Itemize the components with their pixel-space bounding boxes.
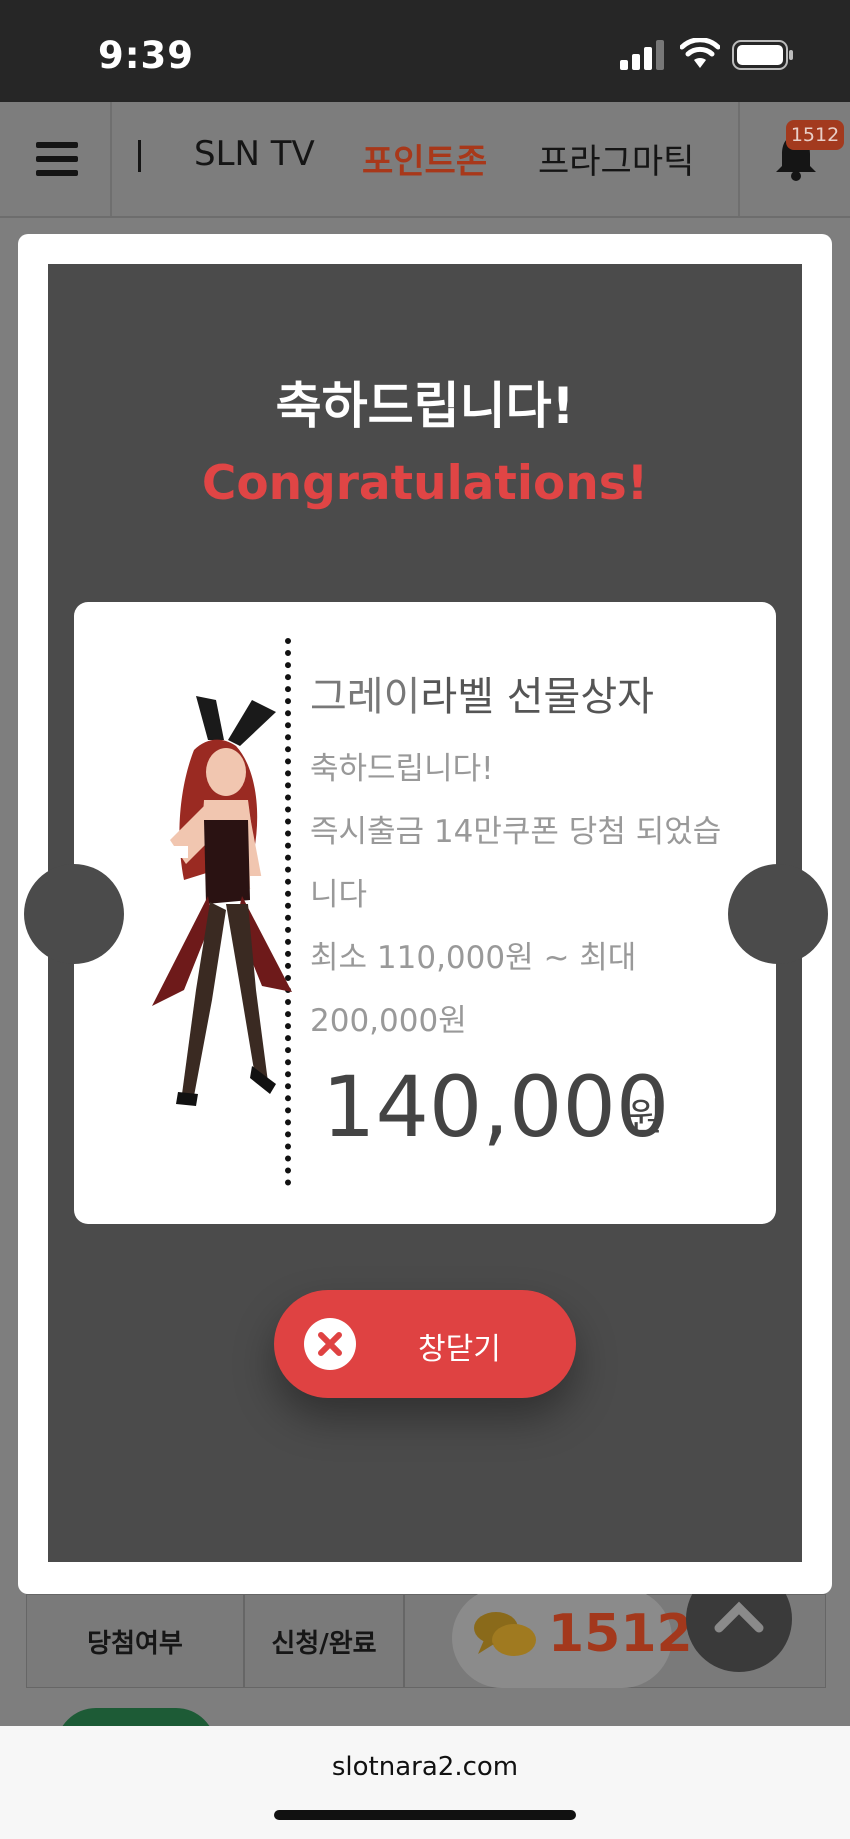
ticket-title: 그레이라벨 선물상자 [310, 664, 654, 722]
ticket-notch-right [728, 864, 828, 964]
close-button-label[interactable]: 창닫기 [418, 1324, 501, 1368]
ticket-notch-left [24, 864, 124, 964]
nav-divider [110, 102, 112, 216]
nav-separator [138, 140, 141, 172]
nav-item-sln-tv[interactable]: SLN TV [194, 134, 315, 174]
nav-item-point-zone[interactable]: 포인트존 [362, 134, 487, 183]
browser-url-bar[interactable] [0, 1726, 850, 1839]
signal-icon [620, 40, 664, 70]
modal-title-korean: 축하드립니다! [275, 377, 575, 435]
prize-amount-unit: 원 [628, 1095, 663, 1139]
battery-icon [732, 40, 793, 70]
character-illustration [152, 696, 292, 1106]
ticket-line: 즉시출금 14만쿠폰 당첨 되었습니다 [310, 814, 722, 913]
chat-icon [474, 1612, 536, 1656]
home-indicator [274, 1810, 576, 1820]
table-header-apply-complete: 신청/완료 [244, 1594, 404, 1688]
hamburger-menu-icon[interactable] [36, 142, 78, 176]
ticket-title-rest: 라벨 선물상자 [420, 674, 654, 720]
ticket-line: 최소 110,000원 ~ 최대 200,000원 [310, 940, 637, 1039]
ticket-line: 축하드립니다! [310, 751, 494, 787]
nav-divider [738, 102, 740, 216]
wifi-icon [680, 38, 720, 68]
ticket-title-highlight: 그레이 [310, 674, 421, 720]
chat-count: 1512 [548, 1604, 693, 1664]
modal-title-english: Congratulations! [201, 456, 649, 511]
browser-url[interactable]: slotnara2.com [0, 1752, 850, 1782]
nav-item-pragmatic[interactable]: 프라그마틱 [538, 134, 694, 183]
status-time: 9:39 [98, 34, 195, 77]
prize-amount: 140,000 [322, 1058, 670, 1156]
ticket-description: 축하드립니다! 즉시출금 14만쿠폰 당첨 되었습니다 최소 110,000원 … [310, 738, 740, 1053]
table-header-win-status: 당첨여부 [26, 1594, 244, 1688]
close-icon[interactable] [304, 1318, 356, 1370]
notification-badge: 1512 [786, 120, 844, 150]
